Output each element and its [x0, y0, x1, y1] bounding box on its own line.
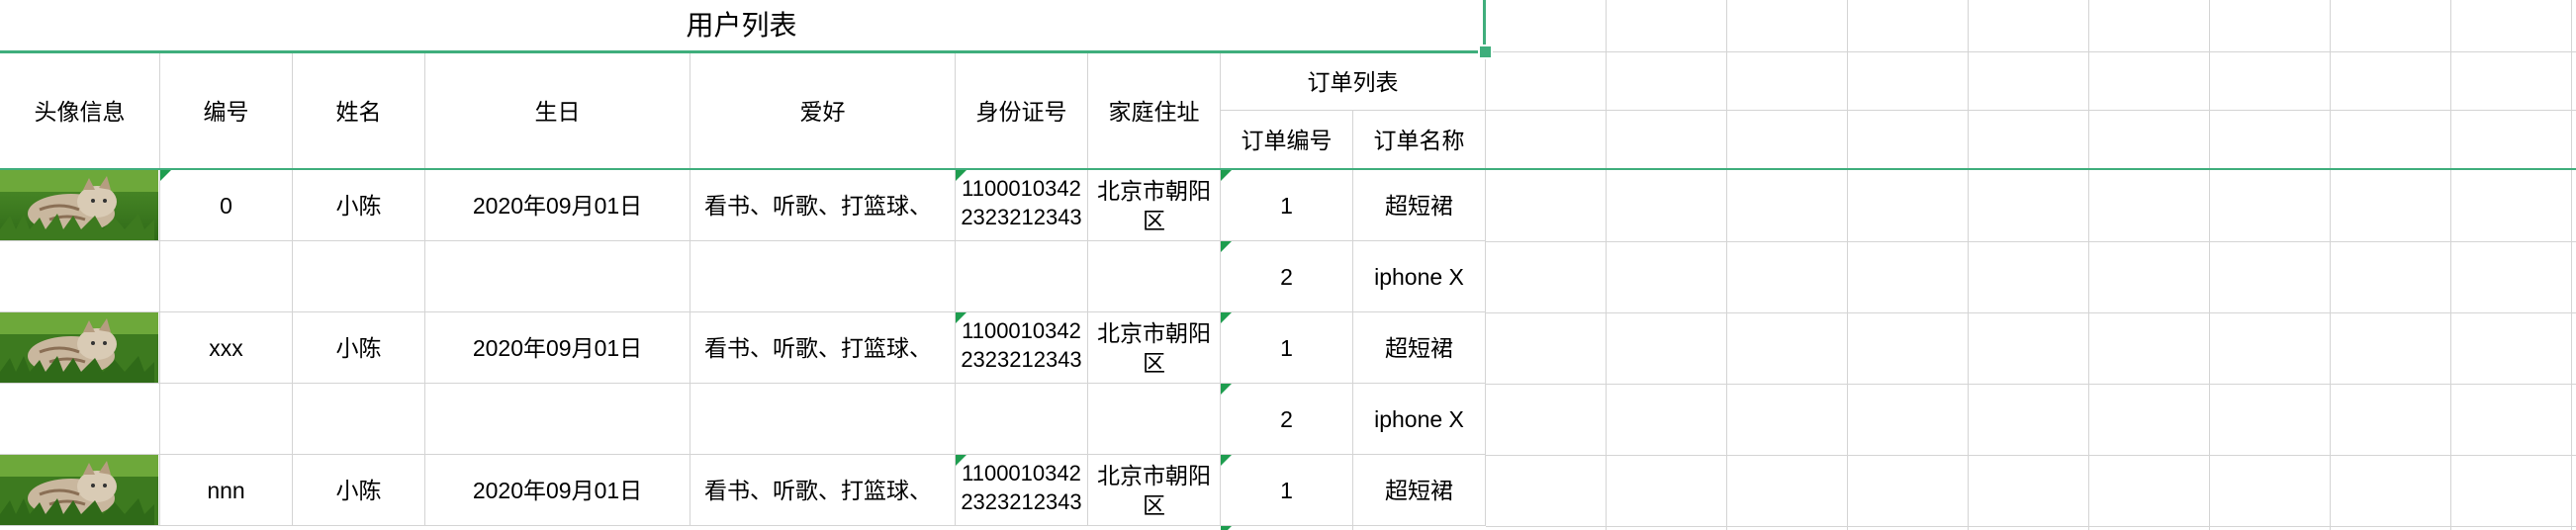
header-birthday[interactable]: 生日 [425, 53, 690, 170]
user-id-cell[interactable] [160, 384, 293, 455]
user-hobby-cell[interactable] [690, 384, 956, 455]
order-no-cell[interactable] [1221, 526, 1353, 530]
user-name-cell[interactable]: 小陈 [293, 170, 425, 241]
header-avatar[interactable]: 头像信息 [0, 53, 160, 170]
header-id[interactable]: 编号 [160, 53, 293, 170]
cat-photo-icon [0, 170, 158, 240]
user-birthday-cell[interactable]: 2020年09月01日 [425, 455, 690, 526]
user-id-card-cell[interactable] [956, 384, 1088, 455]
header-order-no[interactable]: 订单编号 [1221, 111, 1353, 170]
header-address[interactable]: 家庭住址 [1088, 53, 1221, 170]
avatar-cell[interactable] [0, 241, 160, 312]
order-name-cell[interactable]: 超短裙 [1353, 455, 1486, 526]
user-hobby-cell[interactable]: 看书、听歌、打篮球、 [690, 170, 956, 241]
user-hobby-cell[interactable] [690, 241, 956, 312]
cat-photo-icon [0, 312, 158, 383]
user-birthday-cell[interactable]: 2020年09月01日 [425, 170, 690, 241]
order-name-cell[interactable]: 超短裙 [1353, 170, 1486, 241]
order-no-cell[interactable]: 1 [1221, 170, 1353, 241]
order-no-cell[interactable]: 1 [1221, 312, 1353, 384]
user-birthday-cell[interactable] [425, 384, 690, 455]
user-id-cell[interactable] [160, 241, 293, 312]
user-id-cell[interactable]: xxx [160, 312, 293, 384]
selection-fill-handle[interactable] [1478, 44, 1493, 59]
user-birthday-cell[interactable]: 2020年09月01日 [425, 312, 690, 384]
sheet-title[interactable]: 用户列表 [0, 0, 1486, 53]
freeze-pane-line[interactable] [0, 168, 2576, 170]
order-no-cell[interactable]: 1 [1221, 455, 1353, 526]
user-address-cell[interactable]: 北京市朝阳区 [1088, 312, 1221, 384]
order-name-cell[interactable]: 超短裙 [1353, 312, 1486, 384]
header-orders[interactable]: 订单列表 [1221, 53, 1486, 111]
user-name-cell[interactable]: 小陈 [293, 455, 425, 526]
order-name-cell[interactable]: iphone X [1353, 384, 1486, 455]
user-birthday-cell[interactable] [425, 241, 690, 312]
cat-photo-icon [0, 455, 158, 525]
user-id-card-cell[interactable] [956, 241, 1088, 312]
user-address-cell[interactable] [1088, 241, 1221, 312]
user-id-card-cell[interactable]: 11000103422323212343 [956, 170, 1088, 241]
header-id-card[interactable]: 身份证号 [956, 53, 1088, 170]
user-address-cell[interactable]: 北京市朝阳区 [1088, 170, 1221, 241]
avatar-cell[interactable] [0, 384, 160, 455]
user-id-cell[interactable]: nnn [160, 455, 293, 526]
order-name-cell[interactable]: iphone X [1353, 241, 1486, 312]
order-no-cell[interactable]: 2 [1221, 384, 1353, 455]
user-address-cell[interactable] [1088, 384, 1221, 455]
order-no-cell[interactable]: 2 [1221, 241, 1353, 312]
header-hobby[interactable]: 爱好 [690, 53, 956, 170]
user-hobby-cell[interactable]: 看书、听歌、打篮球、 [690, 312, 956, 384]
user-address-cell[interactable]: 北京市朝阳区 [1088, 455, 1221, 526]
user-name-cell[interactable] [293, 384, 425, 455]
header-name[interactable]: 姓名 [293, 53, 425, 170]
header-order-name[interactable]: 订单名称 [1353, 111, 1486, 170]
user-hobby-cell[interactable]: 看书、听歌、打篮球、 [690, 455, 956, 526]
user-name-cell[interactable] [293, 241, 425, 312]
user-id-card-cell[interactable]: 11000103422323212343 [956, 455, 1088, 526]
spreadsheet-sheet: 用户列表 头像信息 编号 姓名 生日 爱好 身份证号 家庭住址 订单列表 订单编… [0, 0, 2576, 530]
user-id-card-cell[interactable]: 11000103422323212343 [956, 312, 1088, 384]
user-name-cell[interactable]: 小陈 [293, 312, 425, 384]
user-id-cell[interactable]: 0 [160, 170, 293, 241]
